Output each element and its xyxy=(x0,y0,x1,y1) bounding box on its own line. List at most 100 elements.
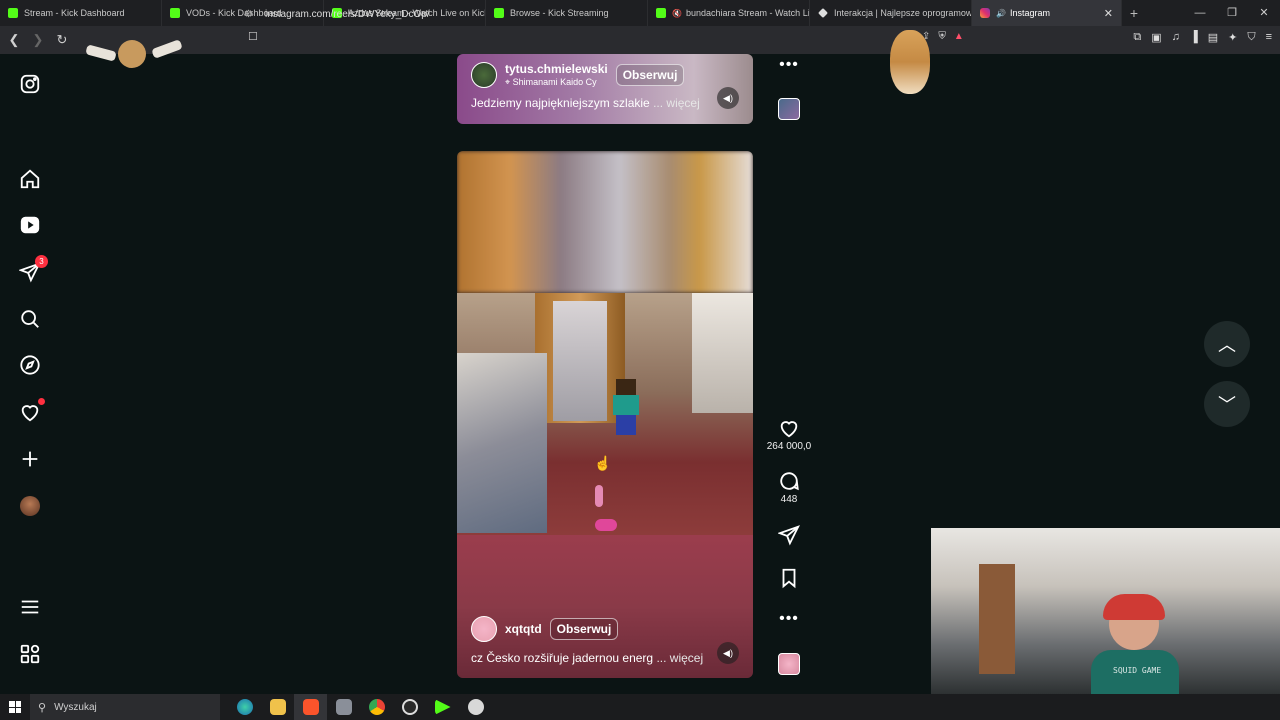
more-options-icon[interactable]: ••• xyxy=(766,610,812,628)
comment-button[interactable]: 448 xyxy=(766,470,812,505)
slipper xyxy=(595,519,617,531)
audio-thumbnail[interactable] xyxy=(766,653,812,675)
forward-icon[interactable]: ❯ xyxy=(28,32,48,48)
reel-author: xqtqtd Obserwuj xyxy=(471,616,619,642)
kick-icon xyxy=(170,8,180,18)
back-icon[interactable]: ❮ xyxy=(4,32,24,48)
search-placeholder: Wyszukaj xyxy=(54,701,97,713)
chevron-up-icon: ︿ xyxy=(1218,335,1236,355)
search-icon[interactable] xyxy=(18,307,42,331)
more-link[interactable]: ... więcej xyxy=(653,96,700,110)
reels-icon[interactable] xyxy=(18,213,42,237)
reload-icon[interactable]: ↻ xyxy=(52,32,72,48)
mirror xyxy=(553,301,607,421)
likes-count: 264 000,0 xyxy=(766,441,812,452)
door xyxy=(979,564,1015,674)
heart-icon xyxy=(780,421,798,438)
windows-taskbar: ⚲ Wyszukaj xyxy=(0,694,1280,720)
extension-icons: ⧉ ▣ ♫ ▐ ▤ ✦ ⛉ ≡ xyxy=(1133,31,1272,44)
app-icon[interactable] xyxy=(459,694,492,720)
reel-card[interactable]: xqtqtd Obserwuj cz Česko rozšiřuje jader… xyxy=(457,151,753,678)
start-button[interactable] xyxy=(0,701,30,713)
author-avatar[interactable] xyxy=(471,62,497,88)
brave-app[interactable] xyxy=(294,694,327,720)
extensions-icon[interactable]: ⧉ xyxy=(1133,31,1141,44)
more-link[interactable]: ... więcej xyxy=(656,651,703,665)
profile-avatar[interactable] xyxy=(18,494,42,518)
volume-icon[interactable]: ◀) xyxy=(717,642,739,664)
shirt-text: SQUID GAME xyxy=(1113,666,1162,675)
video-frame xyxy=(457,293,753,535)
author-username[interactable]: xqtqtd xyxy=(505,622,542,636)
restore-icon[interactable]: ❐ xyxy=(1216,0,1248,26)
app-icon[interactable] xyxy=(327,694,360,720)
location-label[interactable]: Shimanami Kaido Cy xyxy=(513,77,597,87)
url-text: instagram.com/reels/DWYeky_DcOp/ xyxy=(264,8,430,20)
address-bar[interactable]: ⚙ instagram.com/reels/DWYeky_DcOp/ xyxy=(244,4,990,24)
sidebar-toggle-icon[interactable]: ▐ xyxy=(1190,31,1198,44)
author-username[interactable]: tytus.chmielewski xyxy=(505,62,608,76)
create-plus-icon[interactable] xyxy=(18,447,42,471)
vpn-icon[interactable]: ⛉ xyxy=(1247,31,1255,44)
video-blurred-top xyxy=(457,151,753,293)
explore-icon[interactable] xyxy=(18,353,42,377)
browser-tab[interactable]: Stream - Kick Dashboard xyxy=(0,0,162,26)
streamer: SQUID GAME xyxy=(1091,594,1179,694)
save-button[interactable] xyxy=(766,567,812,589)
location-pin-icon: ⌖ xyxy=(505,77,511,87)
screenshot-icon[interactable]: ▣ xyxy=(1151,31,1161,44)
audio-thumbnail[interactable] xyxy=(766,98,812,120)
instagram-logo-icon[interactable] xyxy=(18,72,42,96)
kick-app[interactable] xyxy=(426,694,459,720)
close-tab-icon[interactable]: ✕ xyxy=(1104,7,1113,20)
chevron-down-icon: ﹀ xyxy=(1218,395,1236,415)
brave-rewards-icon[interactable]: ▲ xyxy=(954,31,964,42)
browser-tab-active[interactable]: 🔊 Instagram ✕ xyxy=(972,0,1122,26)
notification-dot xyxy=(38,398,45,405)
follow-button[interactable]: Obserwuj xyxy=(549,618,619,640)
reel-author: tytus.chmielewski ⌖ Shimanami Kaido Cy O… xyxy=(471,62,685,88)
volume-icon[interactable]: ◀) xyxy=(717,87,739,109)
kick-icon xyxy=(8,8,18,18)
speaker-icon[interactable]: 🔊 xyxy=(996,9,1006,18)
new-tab-button[interactable]: + xyxy=(1122,5,1146,21)
edge-app[interactable] xyxy=(228,694,261,720)
taskbar-search[interactable]: ⚲ Wyszukaj xyxy=(30,694,220,720)
music-icon[interactable]: ♫ xyxy=(1172,31,1180,44)
chrome-app[interactable] xyxy=(360,694,393,720)
like-button[interactable]: 264 000,0 xyxy=(766,417,812,452)
cat-sticker xyxy=(118,40,146,68)
leo-ai-icon[interactable]: ✦ xyxy=(1228,31,1237,44)
reel-card[interactable]: tytus.chmielewski ⌖ Shimanami Kaido Cy O… xyxy=(457,54,753,124)
obs-app[interactable] xyxy=(393,694,426,720)
send-icon xyxy=(778,525,800,546)
more-menu-icon[interactable] xyxy=(18,595,42,619)
apps-grid-icon[interactable] xyxy=(18,642,42,666)
instagram-sidebar: 3 xyxy=(0,54,60,694)
webcam-overlay: SQUID GAME xyxy=(931,528,1280,694)
brave-shields-icon[interactable]: ⛨ xyxy=(938,31,946,42)
search-icon: ⚲ xyxy=(38,701,47,714)
next-reel-button[interactable]: ﹀ xyxy=(1204,381,1250,427)
follow-button[interactable]: Obserwuj xyxy=(615,64,685,86)
share-button[interactable] xyxy=(766,524,812,546)
author-avatar[interactable] xyxy=(471,616,497,642)
bed-right xyxy=(692,293,753,413)
minimize-icon[interactable]: — xyxy=(1184,0,1216,26)
messages-icon[interactable]: 3 xyxy=(18,255,48,284)
reel-caption: Jedziemy najpiękniejszym szlakie ... wię… xyxy=(471,96,700,110)
home-icon[interactable] xyxy=(18,167,42,191)
comments-count: 448 xyxy=(780,494,798,505)
notifications-heart-icon[interactable] xyxy=(18,398,45,424)
site-settings-icon[interactable]: ⚙ xyxy=(244,9,253,20)
file-explorer-app[interactable] xyxy=(261,694,294,720)
wallet-icon[interactable]: ▤ xyxy=(1208,31,1218,44)
more-options-icon[interactable]: ••• xyxy=(766,56,812,74)
minecraft-character xyxy=(613,379,639,435)
previous-reel-button[interactable]: ︿ xyxy=(1204,321,1250,367)
close-window-icon[interactable]: ✕ xyxy=(1248,0,1280,26)
bookmark-icon[interactable]: ☐ xyxy=(248,30,258,43)
windows-logo-icon xyxy=(9,701,21,713)
menu-icon[interactable]: ≡ xyxy=(1266,31,1272,44)
bookmark-icon xyxy=(782,568,796,589)
